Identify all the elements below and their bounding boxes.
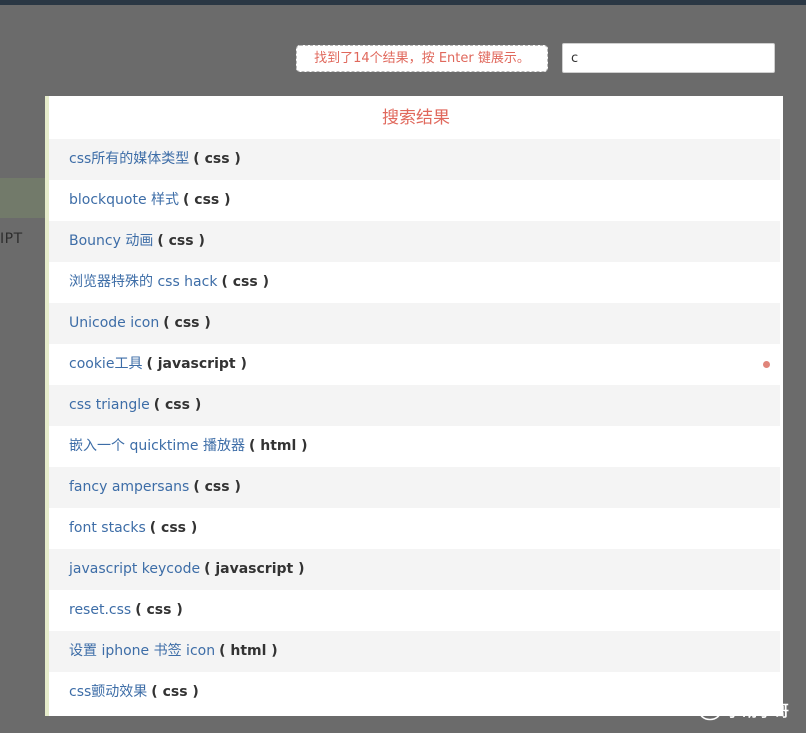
result-item[interactable]: Unicode icon( css ) — [49, 303, 780, 344]
result-item[interactable]: css颤动效果( css ) — [49, 672, 780, 713]
result-language-tag: ( html ) — [219, 643, 278, 659]
result-title-link[interactable]: css triangle — [69, 397, 150, 413]
results-panel-title: 搜索结果 — [382, 108, 450, 128]
result-language-tag: ( html ) — [248, 438, 308, 454]
result-language-tag: ( css ) — [193, 479, 241, 495]
result-language-tag: ( css ) — [135, 602, 183, 618]
result-language-tag: ( css ) — [149, 520, 198, 536]
result-item[interactable]: fancy ampersans( css ) — [49, 467, 780, 508]
result-item[interactable]: javascript keycode( javascript ) — [49, 549, 780, 590]
result-item[interactable]: css triangle( css ) — [49, 385, 780, 426]
background-partial-text: IPT — [0, 231, 23, 247]
watermark: 小胡子哥 — [697, 697, 790, 723]
result-item[interactable]: Bouncy 动画( css ) — [49, 221, 780, 262]
result-title-link[interactable]: fancy ampersans — [69, 479, 189, 495]
result-title-link[interactable]: 浏览器特殊的 css hack — [69, 274, 217, 290]
result-title-link[interactable]: javascript keycode — [69, 561, 200, 577]
result-title-link[interactable]: css颤动效果 — [69, 684, 147, 700]
search-results-panel: 搜索结果 css所有的媒体类型( css ) blockquote 样式( css… — [45, 96, 783, 716]
result-item[interactable]: blockquote 样式( css ) — [49, 180, 780, 221]
result-item[interactable]: reset.css( css ) — [49, 590, 780, 631]
result-item[interactable]: cookie工具( javascript ) — [49, 344, 780, 385]
result-language-tag: ( css ) — [157, 233, 205, 249]
watermark-text: 小胡子哥 — [726, 701, 791, 720]
result-language-tag: ( css ) — [153, 397, 202, 413]
result-title-link[interactable]: 设置 iphone 书签 icon — [69, 643, 215, 659]
result-title-link[interactable]: Bouncy 动画 — [69, 233, 153, 249]
result-title-link[interactable]: css所有的媒体类型 — [69, 151, 189, 167]
result-language-tag: ( javascript ) — [146, 356, 247, 372]
background-band — [0, 178, 46, 218]
result-title-link[interactable]: reset.css — [69, 602, 131, 618]
search-input[interactable] — [562, 43, 775, 73]
result-language-tag: ( css ) — [193, 151, 241, 167]
result-title-link[interactable]: 嵌入一个 quicktime 播放器 — [69, 438, 245, 454]
row-marker-dot-icon — [763, 361, 770, 368]
result-item[interactable]: 浏览器特殊的 css hack( css ) — [49, 262, 780, 303]
result-title-link[interactable]: font stacks — [69, 520, 146, 536]
result-language-tag: ( css ) — [221, 274, 269, 290]
result-item[interactable]: css所有的媒体类型( css ) — [49, 139, 780, 180]
result-item[interactable]: 设置 iphone 书签 icon( html ) — [49, 631, 780, 672]
result-item[interactable]: font stacks( css ) — [49, 508, 780, 549]
mustache-face-icon — [698, 699, 722, 721]
result-language-tag: ( css ) — [163, 315, 211, 331]
result-list: css所有的媒体类型( css ) blockquote 样式( css ) Bou… — [49, 139, 783, 713]
result-language-tag: ( javascript ) — [204, 561, 305, 577]
page-top-bar — [0, 0, 806, 5]
result-title-link[interactable]: cookie工具 — [69, 356, 142, 372]
result-language-tag: ( css ) — [151, 684, 199, 700]
result-item[interactable]: 嵌入一个 quicktime 播放器( html ) — [49, 426, 780, 467]
result-title-link[interactable]: blockquote 样式 — [69, 192, 179, 208]
result-language-tag: ( css ) — [183, 192, 231, 208]
result-title-link[interactable]: Unicode icon — [69, 315, 159, 331]
search-status-message: 找到了14个结果，按 Enter 键展示。 — [296, 45, 548, 72]
